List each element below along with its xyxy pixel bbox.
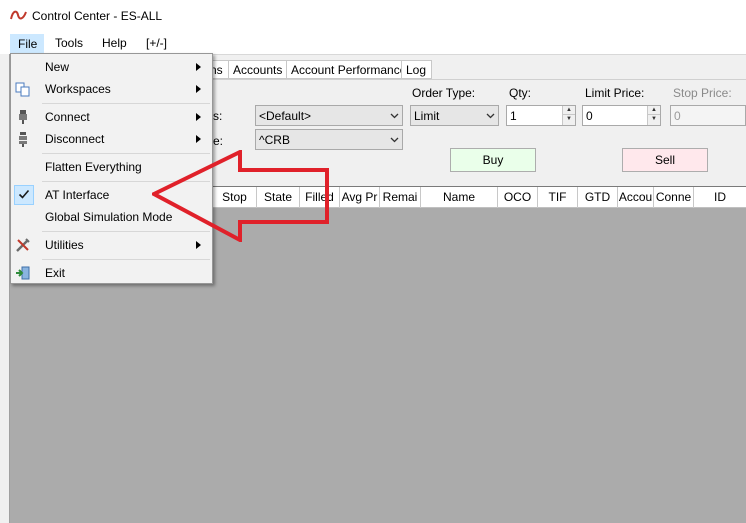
tools-icon: [16, 238, 30, 252]
limit-price-stepper-buttons[interactable]: ▲ ▼: [647, 106, 660, 125]
unplug-icon: [19, 132, 27, 147]
menu-separator: [42, 103, 210, 104]
order-type-value: Limit: [414, 109, 440, 123]
plug-icon: [19, 110, 27, 124]
account-select-value: <Default>: [259, 109, 312, 123]
menu-item-exit-label: Exit: [45, 266, 66, 280]
column-header-oco[interactable]: OCO: [498, 187, 538, 208]
submenu-arrow-icon: [196, 85, 201, 93]
chevron-down-icon: [486, 113, 495, 119]
submenu-arrow-icon: [196, 63, 201, 71]
menu-item-flatten-everything-label: Flatten Everything: [45, 160, 142, 174]
red-annotation-arrow: [152, 150, 329, 242]
column-header-tif[interactable]: TIF: [538, 187, 578, 208]
tab-accounts-label: Accounts: [233, 63, 283, 77]
account-label-fragment: s:: [213, 109, 223, 123]
limit-price-stepper[interactable]: 0 ▲ ▼: [582, 105, 661, 126]
menu-item-disconnect-label: Disconnect: [45, 132, 105, 146]
column-header-account[interactable]: Accou: [618, 187, 654, 208]
menu-help[interactable]: Help: [102, 36, 127, 50]
instrument-label-fragment: e:: [213, 134, 224, 148]
tab-accounts[interactable]: Accounts: [228, 60, 287, 79]
menu-item-at-interface-label: AT Interface: [45, 188, 110, 202]
window-title: Control Center - ES-ALL: [32, 9, 163, 23]
exit-icon: [16, 266, 30, 280]
submenu-arrow-icon: [196, 241, 201, 249]
column-header-gtd[interactable]: GTD: [578, 187, 618, 208]
column-header-avg-price[interactable]: Avg Pr: [340, 187, 380, 208]
tab-log[interactable]: Log: [401, 60, 432, 79]
menu-item-disconnect[interactable]: Disconnect: [12, 128, 211, 150]
menu-item-exit[interactable]: Exit: [12, 262, 211, 284]
tab-log-label: Log: [406, 63, 427, 77]
limit-price-value: 0: [586, 109, 593, 123]
menu-item-new[interactable]: New: [12, 56, 211, 78]
app-logo-icon: [10, 10, 27, 20]
title-bar: Control Center - ES-ALL: [0, 0, 746, 32]
column-header-remaining[interactable]: Remai: [380, 187, 421, 208]
buy-button[interactable]: Buy: [450, 148, 536, 172]
column-header-connection[interactable]: Conne: [654, 187, 694, 208]
menu-file[interactable]: File: [10, 34, 44, 54]
tab-account-performance[interactable]: Account Performance: [286, 60, 406, 79]
stop-price-value: 0: [674, 109, 681, 123]
chevron-down-icon: [390, 113, 399, 119]
chevron-down-icon: [390, 137, 399, 143]
menu-item-new-label: New: [45, 60, 70, 74]
menu-item-utilities-label: Utilities: [45, 238, 84, 252]
spin-up-icon[interactable]: ▲: [648, 106, 660, 115]
stop-price-stepper[interactable]: 0: [670, 105, 746, 126]
column-header-name[interactable]: Name: [421, 187, 498, 208]
instrument-select[interactable]: ^CRB: [255, 129, 403, 150]
menu-tools[interactable]: Tools: [55, 36, 83, 50]
tab-account-performance-label: Account Performance: [291, 63, 407, 77]
qty-stepper[interactable]: 1 ▲ ▼: [506, 105, 576, 126]
qty-label: Qty:: [509, 86, 532, 100]
copy-icon: [15, 82, 30, 97]
qty-stepper-buttons[interactable]: ▲ ▼: [562, 106, 575, 125]
spin-up-icon[interactable]: ▲: [563, 106, 575, 115]
menu-item-connect-label: Connect: [45, 110, 90, 124]
limit-price-label: Limit Price:: [585, 86, 645, 100]
sell-button[interactable]: Sell: [622, 148, 708, 172]
stop-price-label: Stop Price:: [673, 86, 732, 100]
menu-item-workspaces-label: Workspaces: [45, 82, 111, 96]
column-header-id[interactable]: ID: [694, 187, 746, 208]
account-select[interactable]: <Default>: [255, 105, 403, 126]
menu-toggle-panels[interactable]: [+/-]: [146, 36, 167, 50]
spin-down-icon[interactable]: ▼: [648, 115, 660, 124]
spin-down-icon[interactable]: ▼: [563, 115, 575, 124]
menu-bar: File Tools Help [+/-]: [0, 32, 746, 54]
menu-separator: [42, 259, 210, 260]
left-edge: [0, 54, 10, 523]
checkmark-icon: [18, 189, 30, 199]
menu-item-connect[interactable]: Connect: [12, 106, 211, 128]
submenu-arrow-icon: [196, 135, 201, 143]
submenu-arrow-icon: [196, 113, 201, 121]
order-type-select[interactable]: Limit: [410, 105, 499, 126]
order-type-label: Order Type:: [412, 86, 476, 100]
qty-value: 1: [510, 109, 517, 123]
menu-file-label: File: [18, 37, 38, 51]
instrument-select-value: ^CRB: [259, 133, 290, 147]
menu-item-workspaces[interactable]: Workspaces: [12, 78, 211, 100]
